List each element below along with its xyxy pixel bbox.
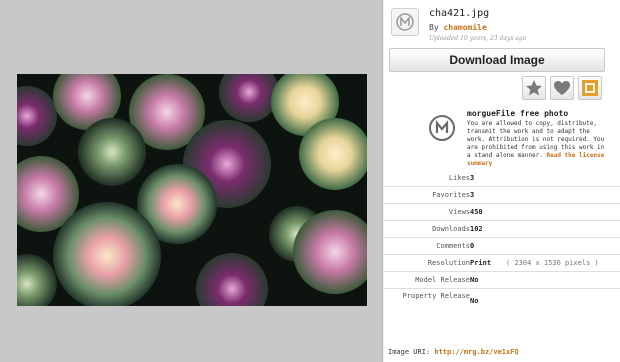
ornamental-cabbage-photo <box>17 74 367 306</box>
byline: By chamomile <box>429 23 487 32</box>
upload-date: Uploaded 10 years, 23 days ago <box>429 35 527 42</box>
star-icon <box>526 80 542 96</box>
morguefile-logo-icon <box>396 13 414 31</box>
avatar[interactable] <box>391 8 419 36</box>
stat-row-views: Views 450 <box>384 204 620 221</box>
stat-row-resolution: Resolution Print ( 2304 x 1536 pixels ) <box>384 255 620 272</box>
stat-row-downloads: Downloads 102 <box>384 221 620 238</box>
author-link[interactable]: chamomile <box>443 23 486 32</box>
stat-value: No <box>470 297 479 305</box>
morguefile-m-icon <box>429 115 455 141</box>
stat-label: Likes <box>448 174 470 182</box>
download-image-button[interactable]: Download Image <box>389 48 605 72</box>
like-button[interactable] <box>550 76 574 100</box>
frame-icon <box>582 80 598 96</box>
stat-label: Property Release <box>402 292 470 300</box>
stat-row-model-release: Model Release No <box>384 272 620 289</box>
morguefile-m-logo <box>428 114 456 142</box>
heart-icon <box>554 81 570 95</box>
by-prefix: By <box>429 23 439 32</box>
stats-table: Likes 3 Favorites 3 Views 450 Downloads … <box>384 170 620 317</box>
stat-value: 3 <box>470 174 475 182</box>
free-photo-text: You are allowed to copy, distribute, tra… <box>467 120 609 168</box>
photo-viewer-pane <box>0 0 383 362</box>
free-photo-notice: morgueFile free photo You are allowed to… <box>424 106 612 168</box>
stat-value: 450 <box>470 208 483 216</box>
stat-row-comments: Comments 0 <box>384 238 620 255</box>
favorite-button[interactable] <box>522 76 546 100</box>
stat-label: Comments <box>436 242 470 250</box>
stat-row-property-release: Property Release No <box>384 289 620 317</box>
image-uri-label: Image URI: <box>388 348 431 356</box>
stat-value[interactable]: Print <box>470 259 491 267</box>
free-photo-title: morgueFile free photo <box>467 109 569 118</box>
stat-row-favorites: Favorites 3 <box>384 187 620 204</box>
stat-label: Downloads <box>432 225 470 233</box>
stat-label: Model Release <box>415 276 470 284</box>
photo-details-panel: cha421.jpg By chamomile Uploaded 10 year… <box>384 0 620 362</box>
stat-label: Views <box>448 208 470 216</box>
stat-row-likes: Likes 3 <box>384 170 620 187</box>
frame-button[interactable] <box>578 76 602 100</box>
image-uri: Image URI: http://mrg.bz/ve1xFQ <box>388 348 519 356</box>
stat-value: 0 <box>470 242 475 250</box>
image-uri-link[interactable]: http://mrg.bz/ve1xFQ <box>434 348 518 356</box>
resolution-pixels: ( 2304 x 1536 pixels ) <box>506 259 599 267</box>
stat-value: 3 <box>470 191 475 199</box>
stat-label: Resolution <box>427 259 470 267</box>
photo-actions <box>522 76 602 100</box>
stat-label: Favorites <box>432 191 470 199</box>
photo-image[interactable] <box>17 74 367 306</box>
photo-header: cha421.jpg By chamomile Uploaded 10 year… <box>389 6 617 42</box>
stat-value: No <box>470 276 479 284</box>
file-name: cha421.jpg <box>429 8 490 19</box>
stat-value: 102 <box>470 225 483 233</box>
